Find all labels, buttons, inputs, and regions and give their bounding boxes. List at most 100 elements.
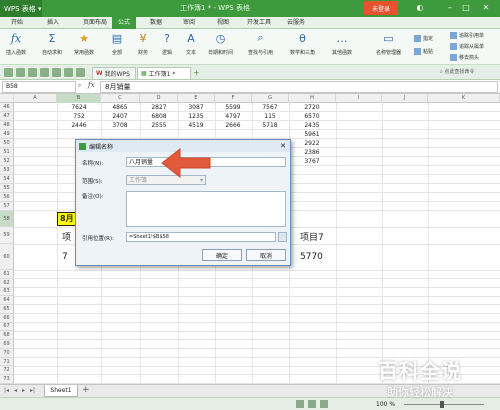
menu-home[interactable]: 开始 (8, 17, 26, 29)
other-functions-button[interactable]: … 其他函数 (332, 31, 352, 61)
first-sheet-icon[interactable]: |◂ (4, 387, 9, 394)
table-cell[interactable]: 6808 (144, 113, 174, 120)
paste-button[interactable]: 粘贴 (414, 47, 433, 56)
tab-workbook[interactable]: ▦ 工作簿1 * (137, 67, 191, 79)
all-functions-button[interactable]: ▤ 全部 (110, 31, 124, 61)
close-icon[interactable]: ✕ (280, 142, 286, 150)
table-cell[interactable]: 2666 (218, 122, 248, 129)
row-header[interactable]: 63 (0, 287, 14, 297)
row-header[interactable]: 59 (0, 227, 14, 244)
collapse-dialog-icon[interactable] (278, 232, 287, 242)
table-cell[interactable]: 4519 (181, 122, 211, 129)
save-icon[interactable] (28, 68, 37, 77)
ok-button[interactable]: 确定 (202, 249, 242, 261)
table-cell[interactable]: 2446 (64, 122, 94, 129)
column-header[interactable]: C (101, 94, 140, 103)
row-header[interactable]: 66 (0, 313, 14, 323)
menu-data[interactable]: 数据 (147, 17, 165, 29)
tab-my-wps[interactable]: W 我的WPS (92, 67, 136, 79)
cell-b60[interactable]: 7 (62, 252, 68, 262)
column-header[interactable]: H (289, 94, 336, 103)
row-header[interactable]: 52 (0, 157, 14, 166)
finance-button[interactable]: ¥ 财务 (136, 31, 150, 61)
cell-b59[interactable]: 项 (62, 230, 71, 243)
skin-icon[interactable]: ◐ (414, 2, 426, 14)
table-cell[interactable]: 5961 (297, 131, 327, 138)
row-header[interactable]: 49 (0, 130, 14, 139)
close-icon[interactable]: ✕ (480, 2, 492, 14)
insert-function-button[interactable]: fx 插入函数 (6, 31, 26, 61)
cancel-button[interactable]: 取消 (246, 249, 286, 261)
row-header[interactable]: 70 (0, 348, 14, 358)
table-cell[interactable]: 2922 (297, 140, 327, 147)
page-layout-view-icon[interactable] (308, 400, 316, 408)
menu-developer[interactable]: 开发工具 (244, 17, 274, 29)
menu-page-layout[interactable]: 页面布局 (80, 17, 110, 29)
row-header[interactable]: 68 (0, 331, 14, 341)
remove-arrows-button[interactable]: 移去箭头 (450, 53, 479, 62)
column-header[interactable]: K (428, 94, 500, 103)
row-header[interactable]: 56 (0, 193, 14, 202)
logic-button[interactable]: ? 逻辑 (160, 31, 174, 61)
zoom-icon[interactable]: ⌕ (78, 82, 81, 90)
menu-insert[interactable]: 插入 (44, 17, 62, 29)
name-manager-button[interactable]: ▭ 名称管理器 (376, 31, 401, 61)
math-trig-button[interactable]: θ 数学和三角 (290, 31, 315, 61)
datetime-button[interactable]: ◷ 日期和时间 (208, 31, 233, 61)
table-cell[interactable]: 5718 (255, 122, 285, 129)
preview-icon[interactable] (52, 68, 61, 77)
name-box[interactable]: B58 (2, 81, 76, 93)
column-header[interactable]: J (382, 94, 428, 103)
ref-input[interactable]: =Sheet1!$B$58 (126, 232, 276, 242)
row-header[interactable]: 61 (0, 270, 14, 279)
table-cell[interactable]: 5599 (218, 104, 248, 111)
column-header[interactable]: A (14, 94, 57, 103)
select-all-corner[interactable] (0, 94, 14, 103)
menu-review[interactable]: 审阅 (180, 17, 198, 29)
common-functions-button[interactable]: ★ 常用函数 (74, 31, 94, 61)
normal-view-icon[interactable] (296, 400, 304, 408)
redo-icon[interactable] (76, 68, 85, 77)
row-header[interactable]: 46 (0, 103, 14, 112)
app-menu-button[interactable]: WPS 表格 ▾ (0, 0, 42, 17)
table-cell[interactable]: 115 (255, 113, 285, 120)
row-header[interactable]: 71 (0, 357, 14, 367)
row-header[interactable]: 51 (0, 148, 14, 157)
row-header[interactable]: 62 (0, 278, 14, 288)
next-sheet-icon[interactable]: ▸ (22, 387, 25, 394)
table-cell[interactable]: 4797 (218, 113, 248, 120)
row-header[interactable]: 72 (0, 366, 14, 376)
minimize-icon[interactable]: – (444, 2, 456, 14)
note-textarea[interactable] (126, 191, 286, 227)
table-cell[interactable]: 2555 (144, 122, 174, 129)
table-cell[interactable]: 2827 (144, 104, 174, 111)
zoom-slider[interactable] (404, 404, 484, 405)
column-header[interactable]: D (140, 94, 178, 103)
table-cell[interactable]: 7567 (255, 104, 285, 111)
table-cell[interactable]: 2407 (105, 113, 135, 120)
sheet-tab[interactable]: Sheet1 (44, 385, 78, 397)
column-header[interactable]: B (57, 94, 101, 103)
table-cell[interactable]: 6570 (297, 113, 327, 120)
table-cell[interactable]: 7624 (64, 104, 94, 111)
row-header[interactable]: 64 (0, 296, 14, 306)
trace-precedents-button[interactable]: 追踪引用单 (450, 31, 484, 40)
menu-view[interactable]: 视图 (214, 17, 232, 29)
column-header[interactable]: I (336, 94, 382, 103)
zoom-slider-handle[interactable] (440, 401, 444, 408)
table-cell[interactable]: 752 (64, 113, 94, 120)
row-header[interactable]: 67 (0, 322, 14, 332)
row-header[interactable]: 55 (0, 184, 14, 193)
row-header[interactable]: 60 (0, 244, 14, 270)
specify-button[interactable]: 指定 (414, 34, 433, 43)
add-sheet-icon[interactable]: + (82, 385, 90, 395)
table-cell[interactable]: 2386 (297, 149, 327, 156)
column-header[interactable]: G (252, 94, 289, 103)
maximize-icon[interactable]: □ (460, 2, 472, 14)
undo-icon[interactable] (64, 68, 73, 77)
column-header[interactable]: F (215, 94, 252, 103)
row-header[interactable]: 53 (0, 166, 14, 175)
row-header[interactable]: 69 (0, 340, 14, 349)
row-header[interactable]: 58 (0, 211, 14, 227)
fx-icon[interactable]: fx (88, 81, 95, 89)
